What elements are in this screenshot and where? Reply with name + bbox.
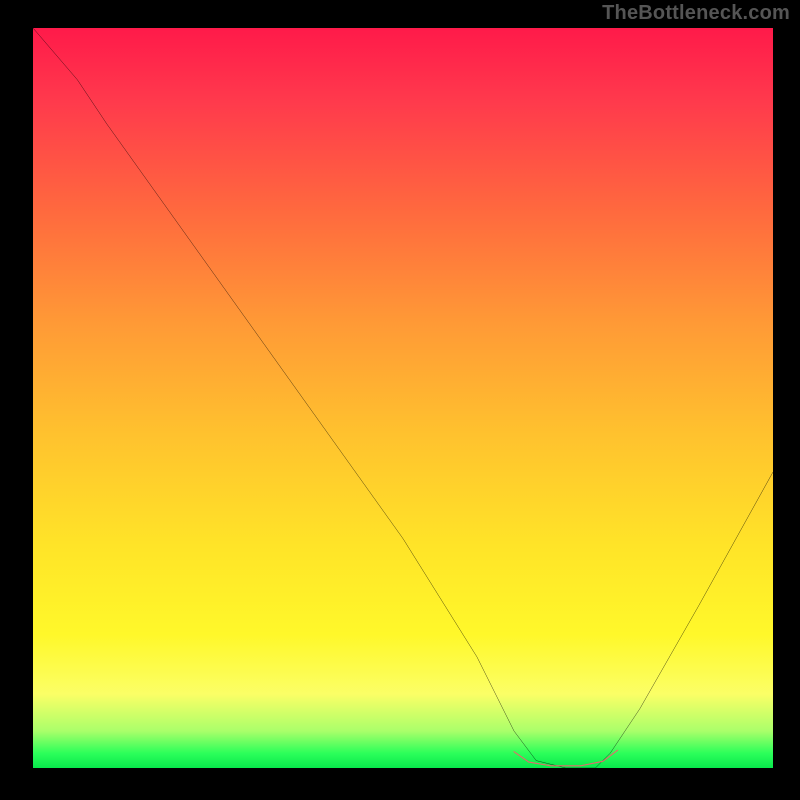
watermark-text: TheBottleneck.com: [602, 2, 790, 25]
chart-frame: TheBottleneck.com: [0, 0, 800, 800]
bottleneck-curve: [33, 28, 773, 768]
plot-area: [33, 28, 773, 768]
optimal-range-marker: [514, 750, 618, 766]
chart-svg: [33, 28, 773, 768]
